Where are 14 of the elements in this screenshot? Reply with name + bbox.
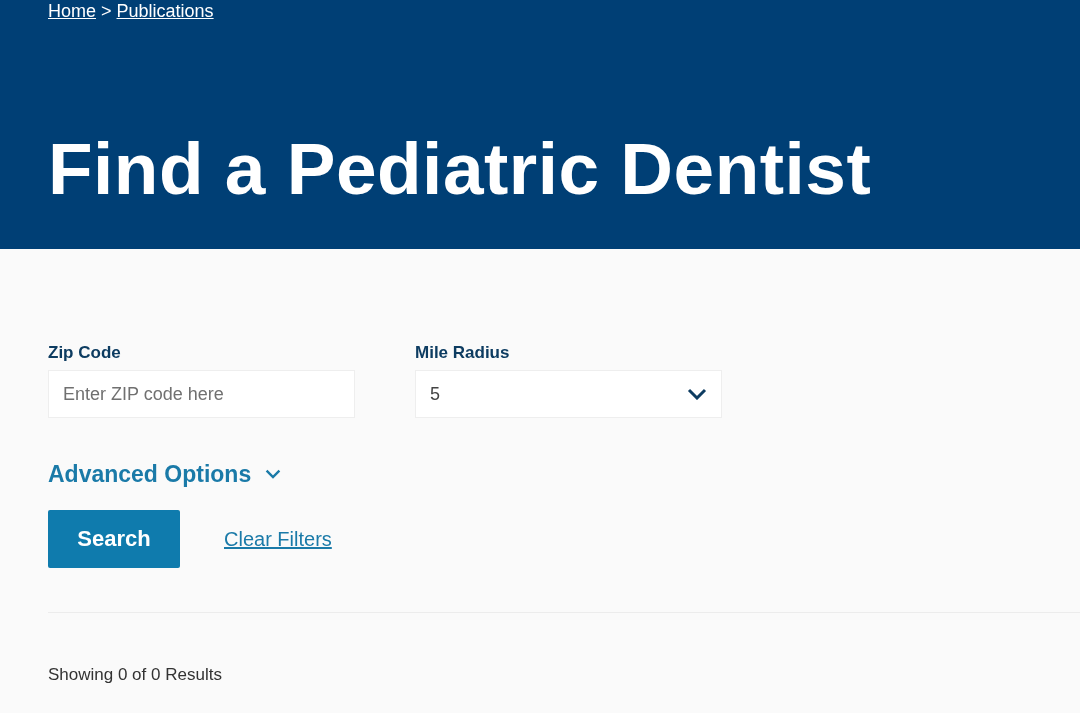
advanced-options-toggle[interactable]: Advanced Options xyxy=(48,460,282,488)
radius-select[interactable]: 5 xyxy=(415,370,722,418)
search-button[interactable]: Search xyxy=(48,510,180,568)
chevron-down-icon xyxy=(265,469,282,479)
breadcrumb-separator: > xyxy=(101,0,112,22)
page-title: Find a Pediatric Dentist xyxy=(48,127,873,211)
results-summary: Showing 0 of 0 Results xyxy=(48,665,223,685)
breadcrumb-link[interactable]: Publications xyxy=(116,0,214,22)
chevron-down-icon xyxy=(687,388,707,400)
field-label: Zip Code xyxy=(48,343,122,363)
clear-filters-link[interactable]: Clear Filters xyxy=(224,527,332,551)
zip-code-input[interactable]: Enter ZIP code here xyxy=(48,370,355,418)
breadcrumb-link[interactable]: Home xyxy=(48,0,96,22)
field-label: Mile Radius xyxy=(415,343,511,363)
